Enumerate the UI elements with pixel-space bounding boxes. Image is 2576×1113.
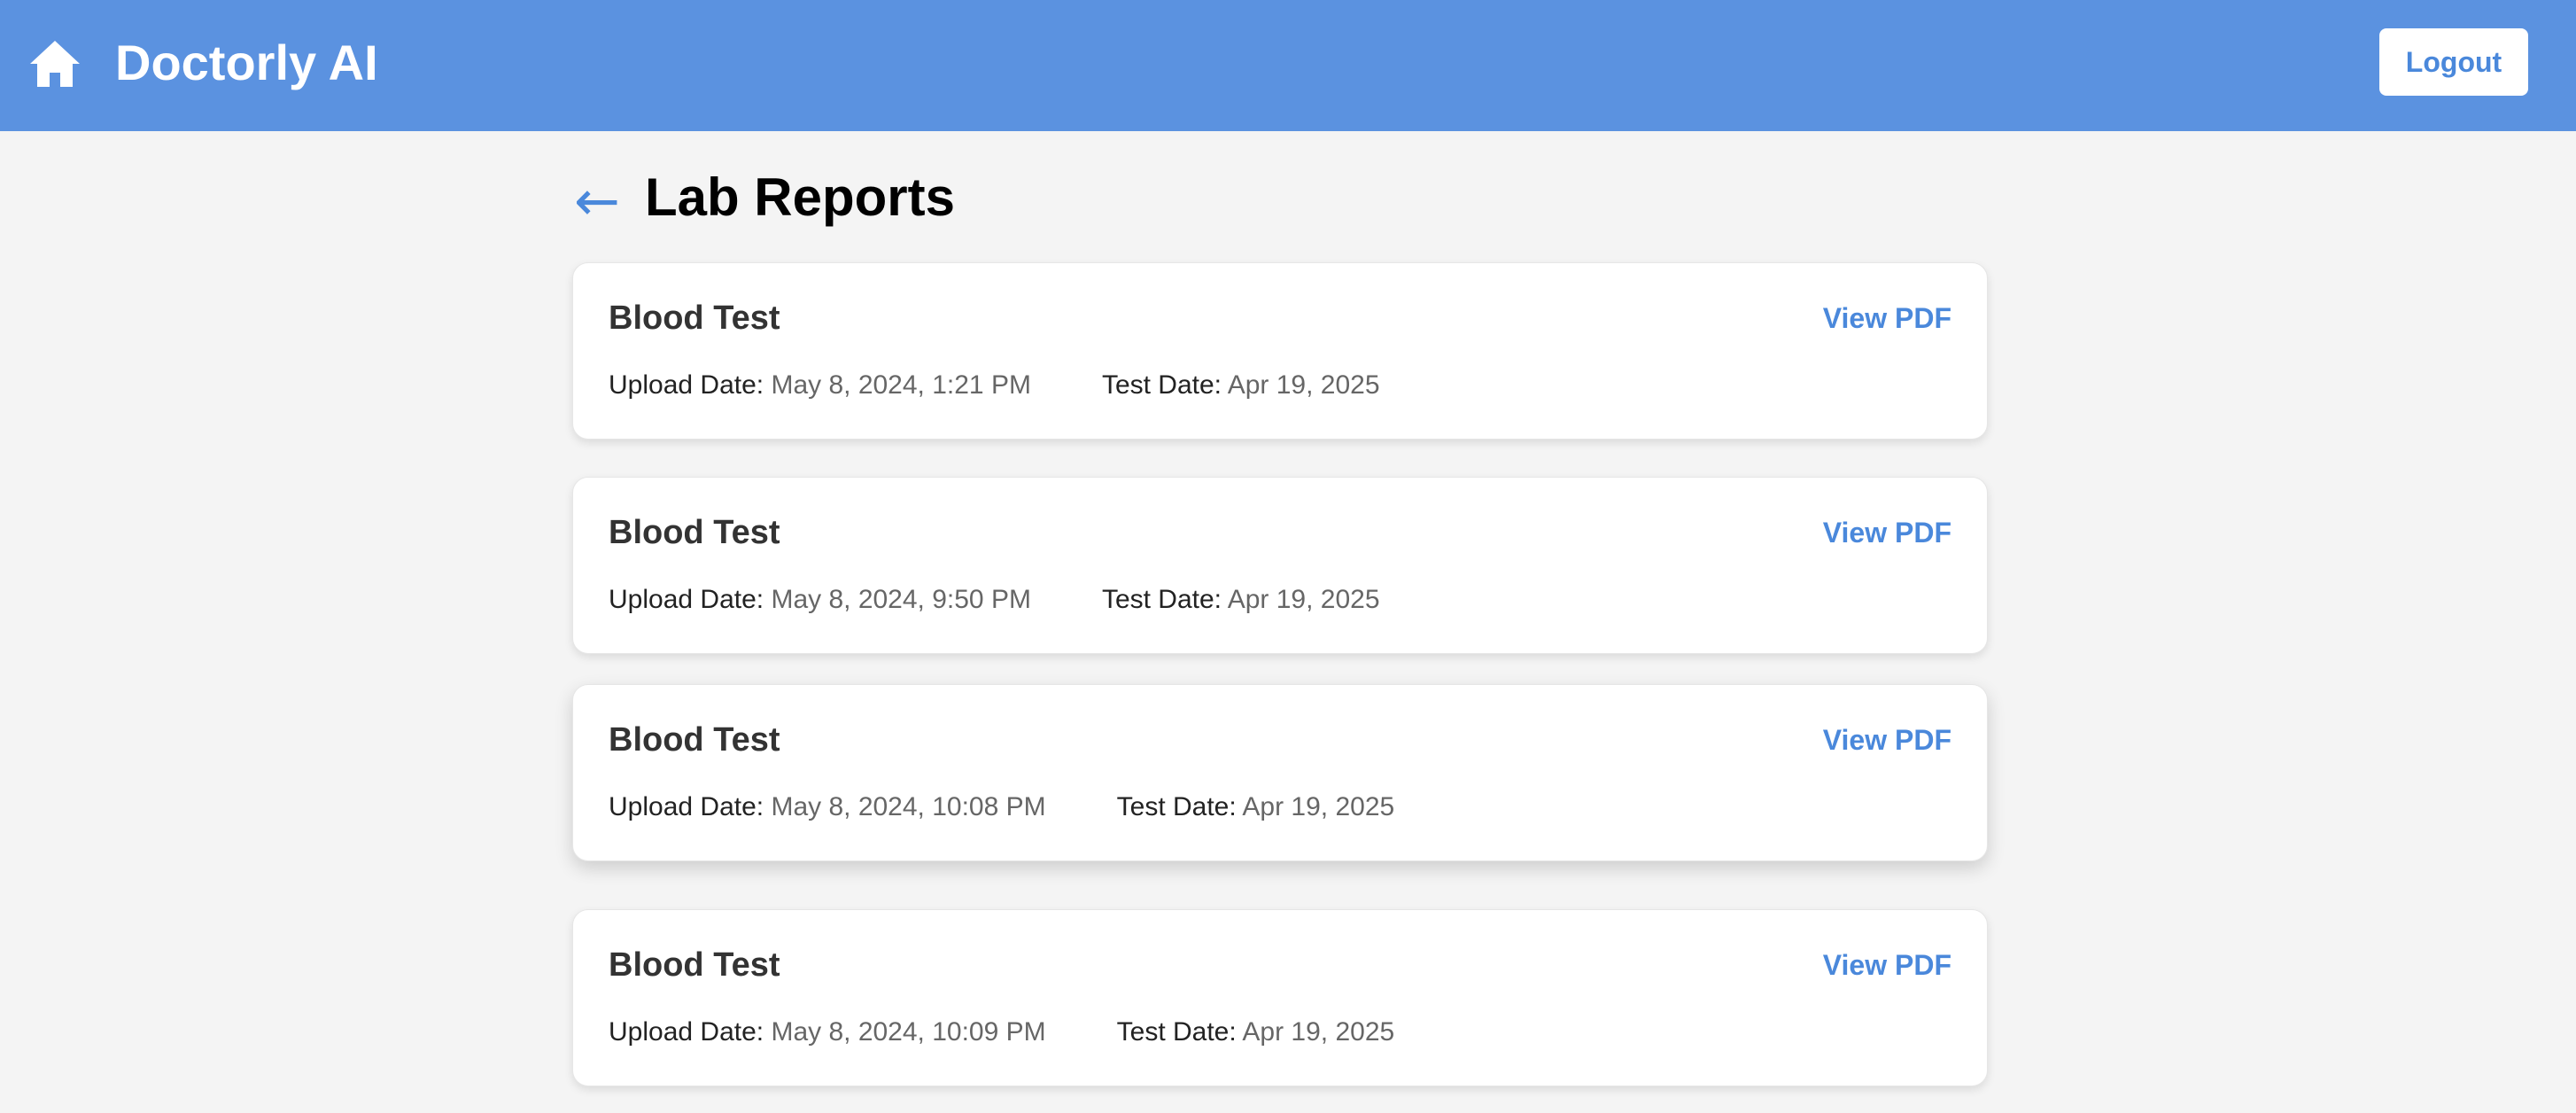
upload-date-value: May 8, 2024, 9:50 PM	[771, 585, 1031, 614]
upload-date-value: May 8, 2024, 10:09 PM	[771, 1017, 1046, 1047]
app-header: Doctorly AI Logout	[0, 0, 2576, 131]
page-title: Lab Reports	[644, 167, 955, 227]
upload-date-label: Upload Date:	[609, 585, 764, 614]
page-heading: ← Lab Reports	[574, 158, 955, 237]
test-date: Test Date: Apr 19, 2025	[1117, 1016, 1395, 1048]
report-meta: Upload Date: May 8, 2024, 10:09 PM Test …	[609, 1016, 1394, 1048]
view-pdf-link[interactable]: View PDF	[1823, 722, 1951, 758]
test-date-label: Test Date:	[1116, 1017, 1237, 1047]
test-date-label: Test Date:	[1101, 370, 1222, 400]
test-date-value: Apr 19, 2025	[1227, 585, 1380, 614]
test-date-value: Apr 19, 2025	[1227, 370, 1380, 400]
brand-title: Doctorly AI	[115, 35, 378, 90]
report-meta: Upload Date: May 8, 2024, 9:50 PM Test D…	[609, 584, 1380, 616]
test-date: Test Date: Apr 19, 2025	[1102, 370, 1380, 401]
test-date-value: Apr 19, 2025	[1242, 792, 1395, 821]
upload-date-value: May 8, 2024, 1:21 PM	[771, 370, 1031, 400]
test-date-label: Test Date:	[1101, 585, 1222, 614]
test-date: Test Date: Apr 19, 2025	[1117, 791, 1395, 823]
upload-date: Upload Date: May 8, 2024, 10:08 PM	[609, 791, 1046, 823]
report-title: Blood Test	[609, 514, 780, 551]
upload-date: Upload Date: May 8, 2024, 10:09 PM	[609, 1016, 1046, 1048]
report-card: Blood Test View PDF Upload Date: May 8, …	[572, 909, 1988, 1086]
report-card: Blood Test View PDF Upload Date: May 8, …	[572, 262, 1988, 440]
test-date: Test Date: Apr 19, 2025	[1102, 584, 1380, 616]
report-title: Blood Test	[609, 721, 780, 759]
home-icon[interactable]	[28, 39, 81, 89]
back-arrow-icon[interactable]: ←	[574, 174, 620, 229]
report-title: Blood Test	[609, 946, 780, 984]
view-pdf-link[interactable]: View PDF	[1823, 300, 1951, 336]
upload-date: Upload Date: May 8, 2024, 9:50 PM	[609, 584, 1031, 616]
logout-button[interactable]: Logout	[2379, 28, 2528, 96]
report-card: Blood Test View PDF Upload Date: May 8, …	[572, 477, 1988, 654]
upload-date-label: Upload Date:	[609, 792, 764, 821]
view-pdf-link[interactable]: View PDF	[1823, 515, 1951, 550]
upload-date-label: Upload Date:	[609, 370, 764, 400]
report-title: Blood Test	[609, 300, 780, 337]
test-date-label: Test Date:	[1116, 792, 1237, 821]
upload-date-label: Upload Date:	[609, 1017, 764, 1047]
upload-date-value: May 8, 2024, 10:08 PM	[771, 792, 1046, 821]
upload-date: Upload Date: May 8, 2024, 1:21 PM	[609, 370, 1031, 401]
view-pdf-link[interactable]: View PDF	[1823, 947, 1951, 983]
report-meta: Upload Date: May 8, 2024, 10:08 PM Test …	[609, 791, 1394, 823]
report-card: Blood Test View PDF Upload Date: May 8, …	[572, 684, 1988, 861]
report-meta: Upload Date: May 8, 2024, 1:21 PM Test D…	[609, 370, 1380, 401]
test-date-value: Apr 19, 2025	[1242, 1017, 1395, 1047]
